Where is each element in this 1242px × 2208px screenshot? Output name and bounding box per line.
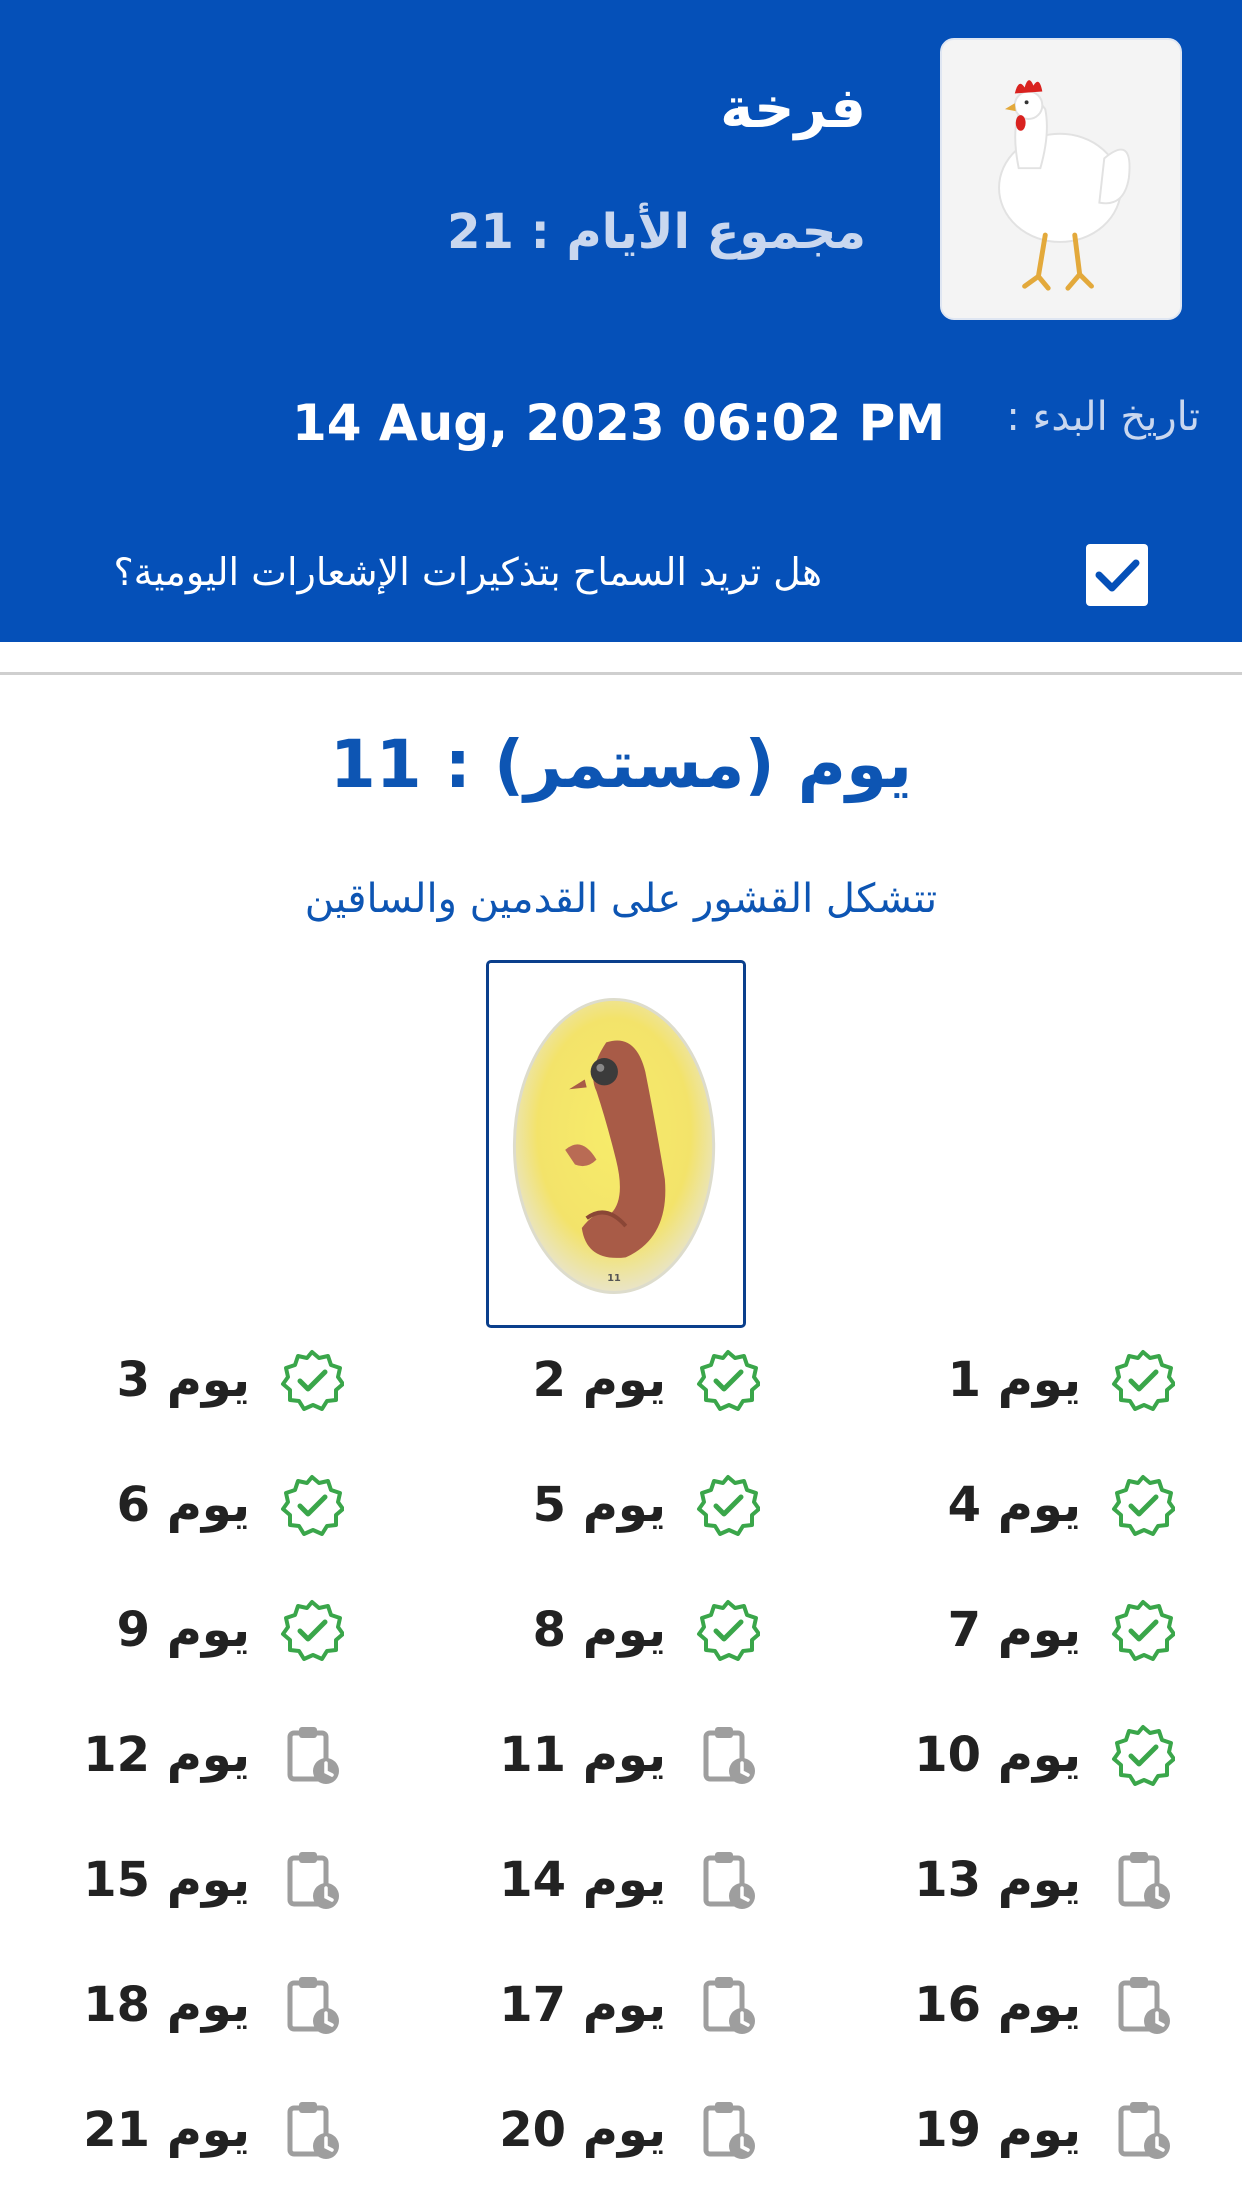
day-item[interactable]: يوم 16 — [914, 1965, 1175, 2045]
day-item[interactable]: يوم 6 — [104, 1465, 344, 1545]
day-item[interactable]: يوم 4 — [935, 1465, 1175, 1545]
day-item[interactable]: يوم 2 — [520, 1340, 760, 1420]
check-badge-icon — [280, 1473, 344, 1537]
clipboard-clock-icon — [1111, 2098, 1175, 2162]
clipboard-clock-icon — [280, 2098, 344, 2162]
divider — [0, 672, 1242, 675]
clipboard-clock-icon — [280, 1848, 344, 1912]
day-item[interactable]: يوم 5 — [520, 1465, 760, 1545]
day-label: يوم 19 — [914, 2102, 1081, 2158]
embryo-image[interactable]: 11 — [486, 960, 746, 1328]
day-item[interactable]: يوم 8 — [520, 1590, 760, 1670]
embryo-illustration: 11 — [489, 964, 743, 1324]
clipboard-clock-icon — [696, 1973, 760, 2037]
day-item[interactable]: يوم 18 — [83, 1965, 344, 2045]
day-label: يوم 21 — [83, 2102, 250, 2158]
day-label: يوم 5 — [532, 1477, 666, 1533]
embryo-day-caption: 11 — [607, 1273, 621, 1284]
day-item[interactable]: يوم 15 — [83, 1840, 344, 1920]
day-item[interactable]: يوم 21 — [83, 2090, 344, 2170]
check-badge-icon — [280, 1598, 344, 1662]
day-label: يوم 17 — [499, 1977, 666, 2033]
day-item[interactable]: يوم 13 — [914, 1840, 1175, 1920]
day-label: يوم 3 — [116, 1352, 250, 1408]
clipboard-clock-icon — [696, 2098, 760, 2162]
day-label: يوم 8 — [532, 1602, 666, 1658]
day-label: يوم 1 — [947, 1352, 1081, 1408]
stage-description: تتشكل القشور على القدمين والساقين — [304, 876, 938, 922]
check-badge-icon — [280, 1348, 344, 1412]
check-badge-icon — [1111, 1598, 1175, 1662]
check-badge-icon — [696, 1473, 760, 1537]
day-label: يوم 13 — [914, 1852, 1081, 1908]
day-item[interactable]: يوم 19 — [914, 2090, 1175, 2170]
day-label: يوم 2 — [532, 1352, 666, 1408]
day-label: يوم 14 — [499, 1852, 666, 1908]
day-item[interactable]: يوم 17 — [499, 1965, 760, 2045]
checkmark-icon — [1095, 559, 1140, 592]
day-label: يوم 16 — [914, 1977, 1081, 2033]
day-label: يوم 4 — [947, 1477, 1081, 1533]
day-label: يوم 9 — [116, 1602, 250, 1658]
current-day-title: يوم (مستمر) : 11 — [329, 726, 913, 803]
clipboard-clock-icon — [696, 1848, 760, 1912]
day-label: يوم 12 — [83, 1727, 250, 1783]
check-badge-icon — [696, 1348, 760, 1412]
day-label: يوم 20 — [499, 2102, 666, 2158]
check-badge-icon — [696, 1598, 760, 1662]
clipboard-clock-icon — [280, 1973, 344, 2037]
day-item[interactable]: يوم 14 — [499, 1840, 760, 1920]
notifications-question: هل تريد السماح بتذكيرات الإشعارات اليومي… — [113, 550, 823, 594]
day-label: يوم 6 — [116, 1477, 250, 1533]
check-badge-icon — [1111, 1723, 1175, 1787]
start-date-label: تاريخ البدء : — [1006, 394, 1200, 440]
day-label: يوم 10 — [914, 1727, 1081, 1783]
total-days-text: مجموع الأيام : 21 — [447, 204, 866, 260]
bird-name: فرخة — [720, 76, 866, 141]
clipboard-clock-icon — [1111, 1848, 1175, 1912]
day-item[interactable]: يوم 3 — [104, 1340, 344, 1420]
header-panel: فرخة مجموع الأيام : 21 تاريخ البدء : 14 … — [0, 0, 1242, 642]
chicken-image — [940, 38, 1182, 320]
notifications-checkbox[interactable] — [1086, 544, 1148, 606]
day-item[interactable]: يوم 11 — [499, 1715, 760, 1795]
chicken-illustration — [942, 40, 1180, 318]
clipboard-clock-icon — [696, 1723, 760, 1787]
day-item[interactable]: يوم 7 — [935, 1590, 1175, 1670]
start-date-value: 14 Aug, 2023 06:02 PM — [292, 394, 946, 452]
day-item[interactable]: يوم 1 — [935, 1340, 1175, 1420]
clipboard-clock-icon — [1111, 1973, 1175, 2037]
day-item[interactable]: يوم 12 — [83, 1715, 344, 1795]
day-item[interactable]: يوم 10 — [914, 1715, 1175, 1795]
clipboard-clock-icon — [280, 1723, 344, 1787]
day-item[interactable]: يوم 9 — [104, 1590, 344, 1670]
check-badge-icon — [1111, 1348, 1175, 1412]
day-label: يوم 11 — [499, 1727, 666, 1783]
day-item[interactable]: يوم 20 — [499, 2090, 760, 2170]
day-label: يوم 7 — [947, 1602, 1081, 1658]
check-badge-icon — [1111, 1473, 1175, 1537]
day-label: يوم 15 — [83, 1852, 250, 1908]
day-label: يوم 18 — [83, 1977, 250, 2033]
